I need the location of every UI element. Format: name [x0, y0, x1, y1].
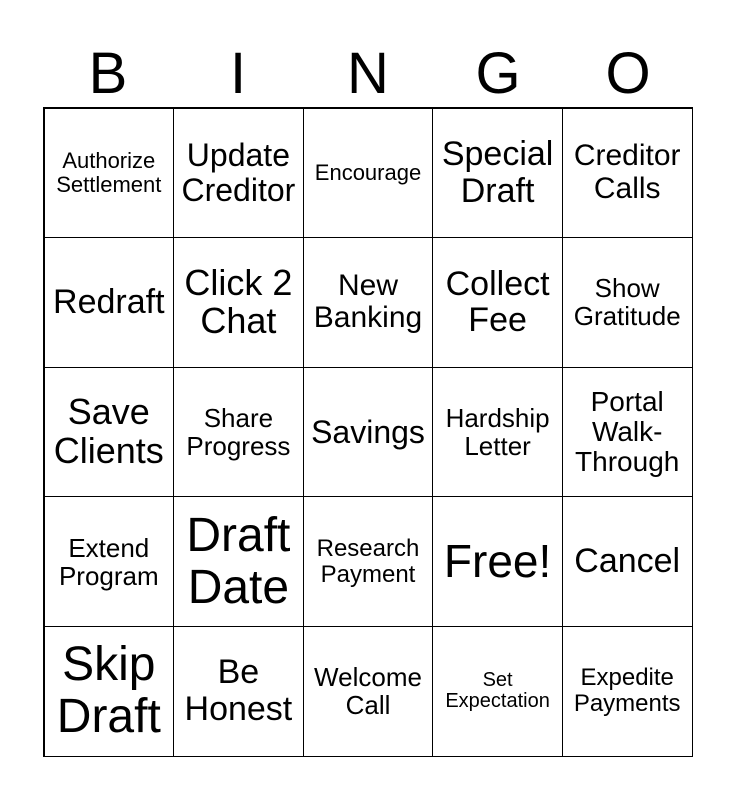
cell-text: Draft Date — [186, 508, 291, 614]
bingo-cell[interactable]: Share Progress — [173, 366, 304, 498]
bingo-cell[interactable]: Click 2 Chat — [173, 237, 304, 368]
bingo-cell[interactable]: Extend Program — [43, 496, 175, 627]
cell-text: New Banking — [313, 269, 423, 335]
cell-text: Save Clients — [53, 391, 164, 471]
bingo-cell[interactable]: Special Draft — [432, 107, 563, 239]
cell-text: Creditor Calls — [573, 139, 681, 205]
cell-text: Portal Walk- Through — [575, 385, 680, 478]
header-letter-g: G — [475, 41, 521, 106]
cell-text: Savings — [311, 413, 425, 450]
bingo-cell[interactable]: Set Expectation — [432, 625, 563, 757]
header-letter-i: I — [229, 41, 247, 106]
cell-text: Free! — [443, 534, 552, 587]
bingo-cell[interactable]: Welcome Call — [302, 625, 434, 757]
cell-text: Special Draft — [441, 135, 554, 210]
header-letter-n: N — [347, 41, 389, 106]
cell-text: Redraft — [53, 283, 165, 322]
cell-text: Expedite Payments — [573, 664, 681, 718]
header-letter-b: B — [88, 41, 128, 106]
bingo-cell[interactable]: Collect Fee — [432, 237, 563, 368]
cell-text: Collect Fee — [445, 264, 550, 340]
cell-text: Authorize Settlement — [56, 148, 162, 197]
cell-text: Hardship Letter — [445, 402, 550, 461]
cell-text: Extend Program — [58, 532, 159, 591]
cell-text: Show Gratitude — [573, 273, 681, 332]
bingo-cell[interactable]: New Banking — [302, 237, 434, 368]
cell-text: Click 2 Chat — [184, 261, 293, 342]
cell-text: Skip Draft — [56, 638, 161, 744]
free-space-cell[interactable]: Free! — [432, 496, 563, 627]
bingo-cell[interactable]: Redraft — [43, 237, 175, 368]
bingo-grid: Authorize Settlement Update Creditor Enc… — [43, 107, 693, 757]
cell-text: Share Progress — [186, 402, 291, 461]
cell-text: Research Payment — [316, 534, 420, 588]
bingo-header: B I N G O — [43, 40, 693, 108]
bingo-cell[interactable]: Skip Draft — [43, 625, 175, 757]
bingo-cell[interactable]: Hardship Letter — [432, 366, 563, 498]
cell-text: Cancel — [574, 542, 681, 581]
bingo-cell[interactable]: Update Creditor — [173, 107, 304, 239]
bingo-cell[interactable]: Savings — [302, 366, 434, 498]
cell-text: Set Expectation — [445, 668, 550, 713]
cell-text: Be Honest — [184, 653, 293, 729]
bingo-cell[interactable]: Portal Walk- Through — [561, 366, 693, 498]
bingo-cell[interactable]: Draft Date — [173, 496, 304, 627]
bingo-cell[interactable]: Creditor Calls — [561, 107, 693, 239]
bingo-cell[interactable]: Save Clients — [43, 366, 175, 498]
bingo-cell[interactable]: Show Gratitude — [561, 237, 693, 368]
header-letter-o: O — [605, 41, 651, 106]
bingo-cell[interactable]: Authorize Settlement — [43, 107, 175, 239]
cell-text: Welcome Call — [314, 662, 422, 721]
cell-text: Update Creditor — [181, 137, 296, 208]
cell-text: Encourage — [314, 159, 422, 185]
bingo-cell[interactable]: Research Payment — [302, 496, 434, 627]
bingo-cell[interactable]: Encourage — [302, 107, 434, 239]
bingo-cell[interactable]: Expedite Payments — [561, 625, 693, 757]
bingo-cell[interactable]: Be Honest — [173, 625, 304, 757]
bingo-cell[interactable]: Cancel — [561, 496, 693, 627]
